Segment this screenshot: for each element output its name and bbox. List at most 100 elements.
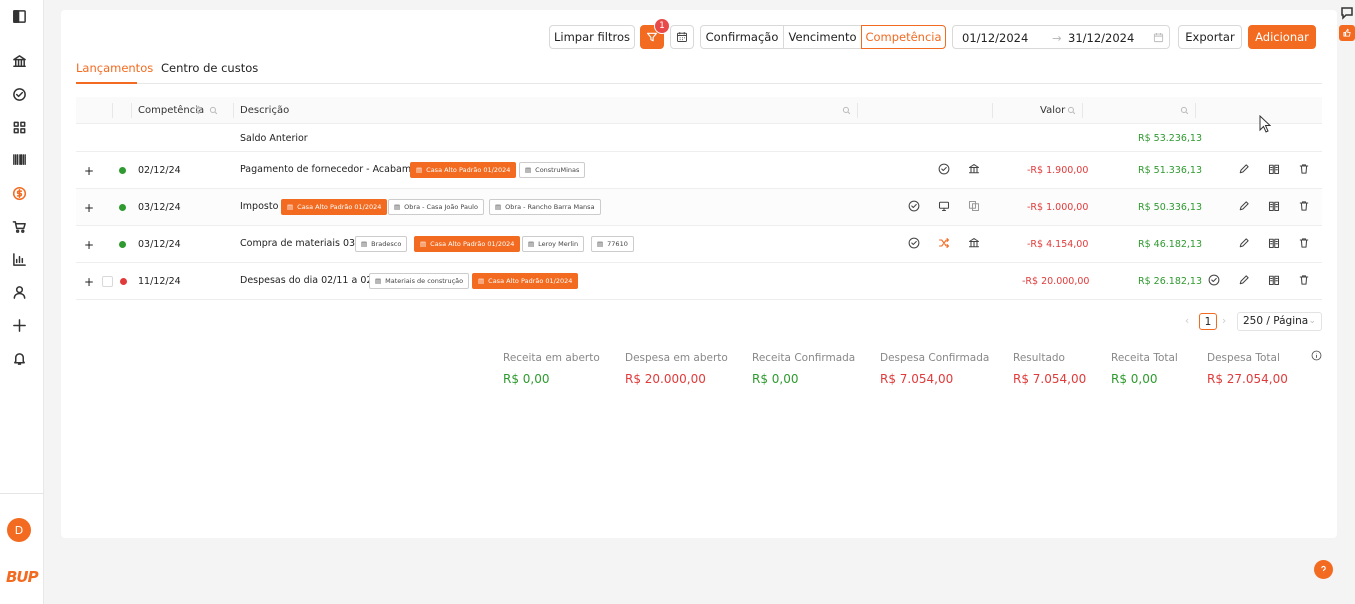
summary-value: R$ 20.000,00 [625,372,706,386]
summary-label: Despesa Confirmada [880,352,990,364]
tag-cost-center: ▤ Casa Alto Padrão 01/2024 [410,162,517,178]
bank-icon[interactable] [10,52,28,70]
book-icon[interactable] [1268,237,1280,249]
date-end-input[interactable]: 31/12/2024 [1068,31,1134,45]
calendar-button[interactable] [670,25,694,49]
row-description: Imposto [240,201,279,212]
export-button[interactable]: Exportar [1178,25,1242,49]
row-value: -R$ 4.154,00 [1027,239,1089,250]
check-circle-icon[interactable] [10,85,28,103]
date-start-input[interactable]: 01/12/2024 [962,31,1028,45]
row-date: 03/12/24 [138,239,181,250]
table-row[interactable]: + 03/12/24 Compra de materiais 03/12 ▤ Br… [76,226,1322,263]
chat-icon[interactable] [1339,5,1355,21]
trash-icon[interactable] [1298,274,1310,286]
barcode-icon[interactable] [10,150,28,168]
book-icon[interactable] [1268,200,1280,212]
summary-value: R$ 0,00 [503,372,550,386]
tag-cost-center: ▤ Casa Alto Padrão 01/2024 [281,199,388,215]
feedback-button[interactable] [1339,25,1355,41]
row-description: Compra de materiais 03/12 [240,238,371,249]
confirmed-check-icon[interactable] [908,200,920,212]
status-dot-red [120,278,127,285]
dollar-circle-icon[interactable] [10,184,28,202]
edit-icon[interactable] [1238,200,1250,212]
sidebar-divider [0,493,44,494]
pagination-next[interactable]: › [1222,315,1226,327]
table-header: Competência Descrição Valor [76,97,1322,124]
status-dot-green [119,241,126,248]
confirmed-check-icon[interactable] [908,237,920,249]
row-date: 11/12/24 [138,276,181,287]
tag-supplier: ▤ Leroy Merlin [522,236,585,252]
tab-lancamentos[interactable]: Lançamentos [76,61,153,84]
edit-icon[interactable] [1238,237,1250,249]
pagination-page-1[interactable]: 1 [1199,313,1217,330]
sidebar-toggle-icon[interactable] [10,7,28,25]
expand-button[interactable]: + [84,164,94,178]
chart-icon[interactable] [10,250,28,268]
add-button[interactable]: Adicionar [1248,25,1316,49]
expand-button[interactable]: + [84,201,94,215]
trash-icon[interactable] [1298,163,1310,175]
info-icon[interactable] [1311,350,1322,361]
expand-button[interactable]: + [84,275,94,289]
search-icon[interactable] [1067,106,1076,115]
chevron-down-icon: ⌄ [1308,316,1316,326]
book-icon[interactable] [1268,163,1280,175]
bank-icon [968,163,980,175]
saldo-anterior-label: Saldo Anterior [240,133,308,144]
user-icon[interactable] [10,283,28,301]
calendar-icon [677,32,687,42]
row-balance: R$ 46.182,13 [1138,239,1203,250]
edit-icon[interactable] [1238,163,1250,175]
confirm-check-icon[interactable] [1208,274,1220,286]
summary-value: R$ 0,00 [752,372,799,386]
tag-code: ▤ 77610 [591,236,634,252]
plus-icon[interactable] [10,316,28,334]
tab-centro-de-custos[interactable]: Centro de custos [161,61,258,84]
date-range-arrow-icon: → [1052,31,1062,45]
segment-competencia[interactable]: Competência [861,25,946,49]
bank-icon [968,237,980,249]
row-balance: R$ 50.336,13 [1138,202,1203,213]
row-checkbox[interactable] [102,276,113,287]
tag-cost-center: ▤ Casa Alto Padrão 01/2024 [472,273,579,289]
logo: BUP [6,568,39,586]
grid-icon[interactable] [10,118,28,136]
pagination-prev[interactable]: ‹ [1185,315,1189,327]
summary-value: R$ 0,00 [1111,372,1158,386]
summary-label: Despesa em aberto [625,352,728,364]
clear-filters-button[interactable]: Limpar filtros [549,25,635,49]
segment-vencimento[interactable]: Vencimento [783,25,862,49]
summary-label: Despesa Total [1207,352,1280,364]
help-button[interactable] [1314,560,1333,579]
search-icon[interactable] [209,106,218,115]
page-size-select[interactable]: 250 / Página ⌄ [1237,312,1322,331]
avatar[interactable]: D [7,518,31,542]
search-icon[interactable] [1180,106,1189,115]
date-range-picker[interactable]: 01/12/2024 → 31/12/2024 [952,25,1170,49]
segment-confirmacao[interactable]: Confirmação [700,25,784,49]
book-icon[interactable] [1268,274,1280,286]
expand-button[interactable]: + [84,238,94,252]
edit-icon[interactable] [1238,274,1250,286]
sort-icon[interactable] [195,105,202,115]
row-date: 02/12/24 [138,165,181,176]
cart-icon[interactable] [10,217,28,235]
thumbs-up-icon [1343,28,1351,37]
trash-icon[interactable] [1298,237,1310,249]
bell-icon[interactable] [10,349,28,367]
confirmed-check-icon[interactable] [938,163,950,175]
help-icon [1321,565,1326,573]
table-row[interactable]: + 03/12/24 Imposto ▤ Casa Alto Padrão 01/… [76,189,1322,226]
trash-icon[interactable] [1298,200,1310,212]
header-valor[interactable]: Valor [1040,105,1065,116]
shuffle-icon [938,237,950,249]
summary-value: R$ 7.054,00 [880,372,954,386]
table-row[interactable]: + 02/12/24 Pagamento de fornecedor - Aca… [76,152,1322,189]
table-row[interactable]: + 11/12/24 Despesas do dia 02/11 a 02/12… [76,263,1322,300]
header-descricao[interactable]: Descrição [240,105,289,116]
search-icon[interactable] [842,106,851,115]
filter-count-badge: 1 [654,18,670,34]
